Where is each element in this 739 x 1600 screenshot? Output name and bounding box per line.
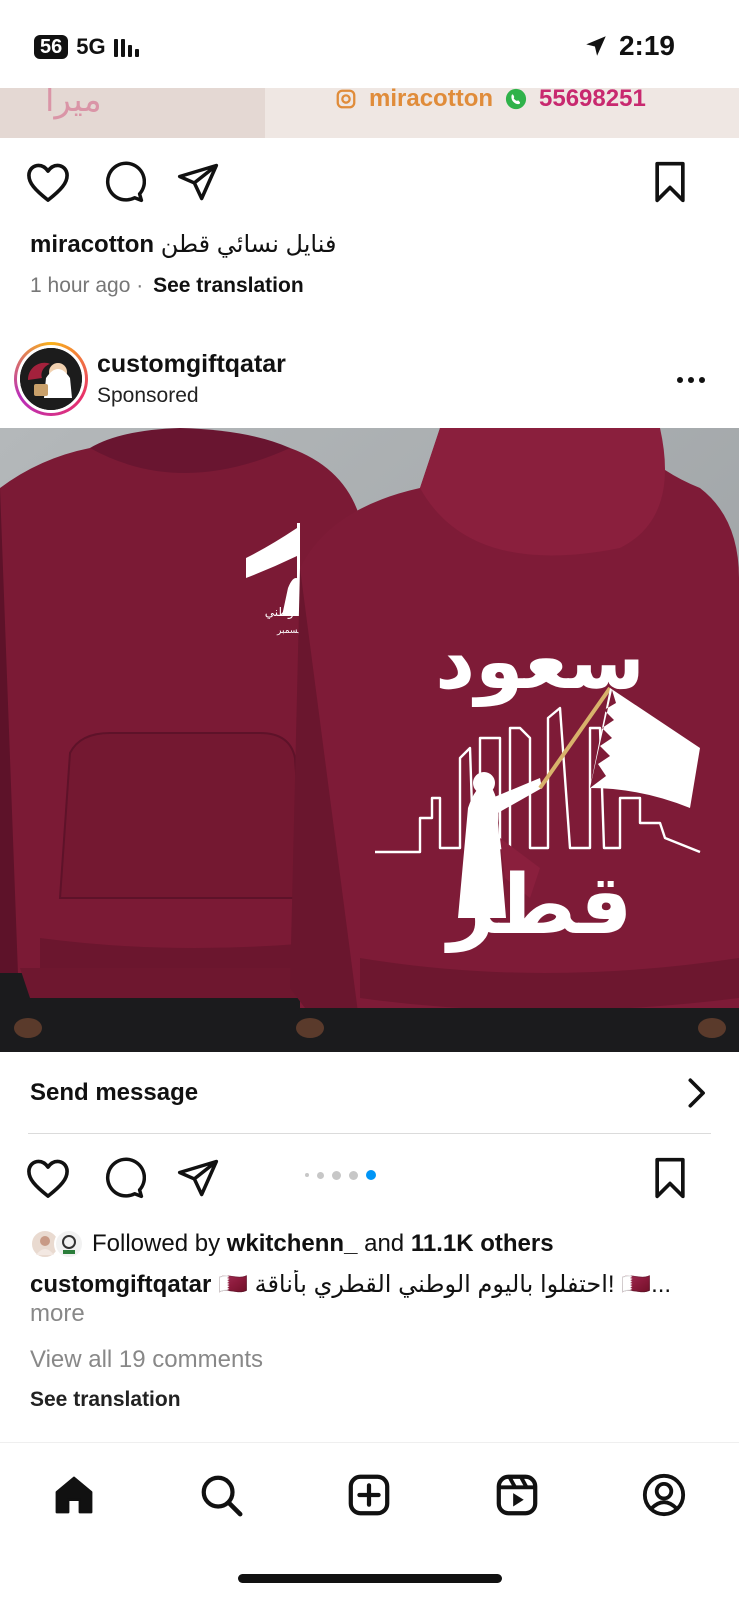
carousel-dot	[349, 1170, 358, 1180]
media-arabic-top: سعود	[435, 617, 645, 707]
prev-post-caption: miracotton فنايل نسائي قطن	[30, 230, 336, 259]
carousel-dot-active	[366, 1170, 376, 1180]
caption-text: فنايل نسائي قطن	[160, 231, 337, 258]
battery-badge: 56	[34, 35, 69, 59]
banner-handle: miracotton	[369, 88, 494, 112]
carousel-indicator	[305, 1170, 376, 1180]
instagram-icon	[335, 88, 357, 110]
banner-brand: ميرا	[45, 88, 102, 120]
time-ago: 1 hour ago	[30, 274, 131, 297]
see-translation-link[interactable]: See translation	[30, 1388, 181, 1412]
post-username[interactable]: customgiftqatar	[97, 350, 286, 379]
phone-icon	[505, 88, 527, 110]
status-left: 56 5G	[34, 34, 139, 60]
comment-icon[interactable]	[100, 1154, 148, 1202]
sponsored-label: Sponsored	[97, 384, 199, 407]
followed-user[interactable]: wkitchenn_	[227, 1230, 358, 1257]
followed-others[interactable]: 11.1K others	[411, 1230, 554, 1257]
send-message-label: Send message	[30, 1079, 199, 1106]
create-icon[interactable]	[341, 1467, 397, 1523]
avatar[interactable]	[14, 342, 88, 416]
post-caption: customgiftqatar 🇶🇦 احتفلوا باليوم الوطني…	[30, 1270, 720, 1299]
heart-icon[interactable]	[24, 158, 72, 206]
profile-icon[interactable]	[636, 1467, 692, 1523]
clock: 2:19	[618, 30, 675, 61]
see-translation-link[interactable]: See translation	[153, 274, 304, 297]
comment-icon[interactable]	[100, 158, 148, 206]
banner-left-panel	[0, 88, 265, 138]
prev-post-meta: 1 hour ago · See translation	[30, 274, 304, 298]
status-bar: 56 5G 2:19	[0, 0, 739, 88]
post-media[interactable]: اليوم الوطني ١٨ ديسمبر سعود قطر	[0, 428, 739, 1052]
divider	[28, 1133, 711, 1134]
follower-avatar	[54, 1229, 84, 1259]
previous-post-media[interactable]: ميرا miracotton 55698251	[0, 88, 739, 138]
more-link[interactable]: more	[30, 1300, 85, 1328]
heart-icon[interactable]	[24, 1154, 72, 1202]
reels-icon[interactable]	[489, 1467, 545, 1523]
send-icon[interactable]	[174, 158, 222, 206]
followed-by[interactable]: Followed by wkitchenn_ and 11.1K others	[30, 1226, 554, 1262]
view-comments-link[interactable]: View all 19 comments	[30, 1346, 263, 1374]
bookmark-icon[interactable]	[646, 158, 694, 206]
network-type: 5G	[76, 34, 106, 59]
caption-username[interactable]: miracotton	[30, 231, 154, 258]
caption-username[interactable]: customgiftqatar	[30, 1271, 211, 1298]
more-options-icon[interactable]	[667, 360, 715, 400]
carousel-dot	[332, 1170, 341, 1180]
chevron-right-icon	[683, 1076, 709, 1110]
media-arabic-bottom: قطر	[444, 858, 633, 953]
signal-icon	[113, 37, 139, 57]
send-message-row[interactable]: Send message	[0, 1052, 739, 1134]
post-header: customgiftqatar Sponsored	[0, 340, 739, 420]
bookmark-icon[interactable]	[646, 1154, 694, 1202]
search-icon[interactable]	[193, 1467, 249, 1523]
prev-post-actions	[0, 152, 739, 212]
caption-text: 🇶🇦 احتفلوا باليوم الوطني القطري بأناقة! …	[218, 1271, 672, 1298]
location-arrow-icon	[583, 33, 609, 59]
banner-contact: miracotton 55698251	[335, 88, 646, 112]
meta-separator: ·	[136, 274, 150, 297]
banner-phone: 55698251	[539, 88, 646, 112]
carousel-dot	[305, 1173, 309, 1177]
followed-prefix: Followed by	[92, 1230, 221, 1257]
home-indicator[interactable]	[238, 1574, 502, 1583]
send-icon[interactable]	[174, 1154, 222, 1202]
status-right: 2:19	[583, 30, 675, 62]
home-icon[interactable]	[46, 1467, 102, 1523]
carousel-dot	[317, 1171, 324, 1179]
followed-text: Followed by wkitchenn_ and 11.1K others	[92, 1230, 554, 1258]
followed-and: and	[364, 1230, 405, 1257]
back-hoodie: سعود قطر	[290, 428, 739, 1052]
